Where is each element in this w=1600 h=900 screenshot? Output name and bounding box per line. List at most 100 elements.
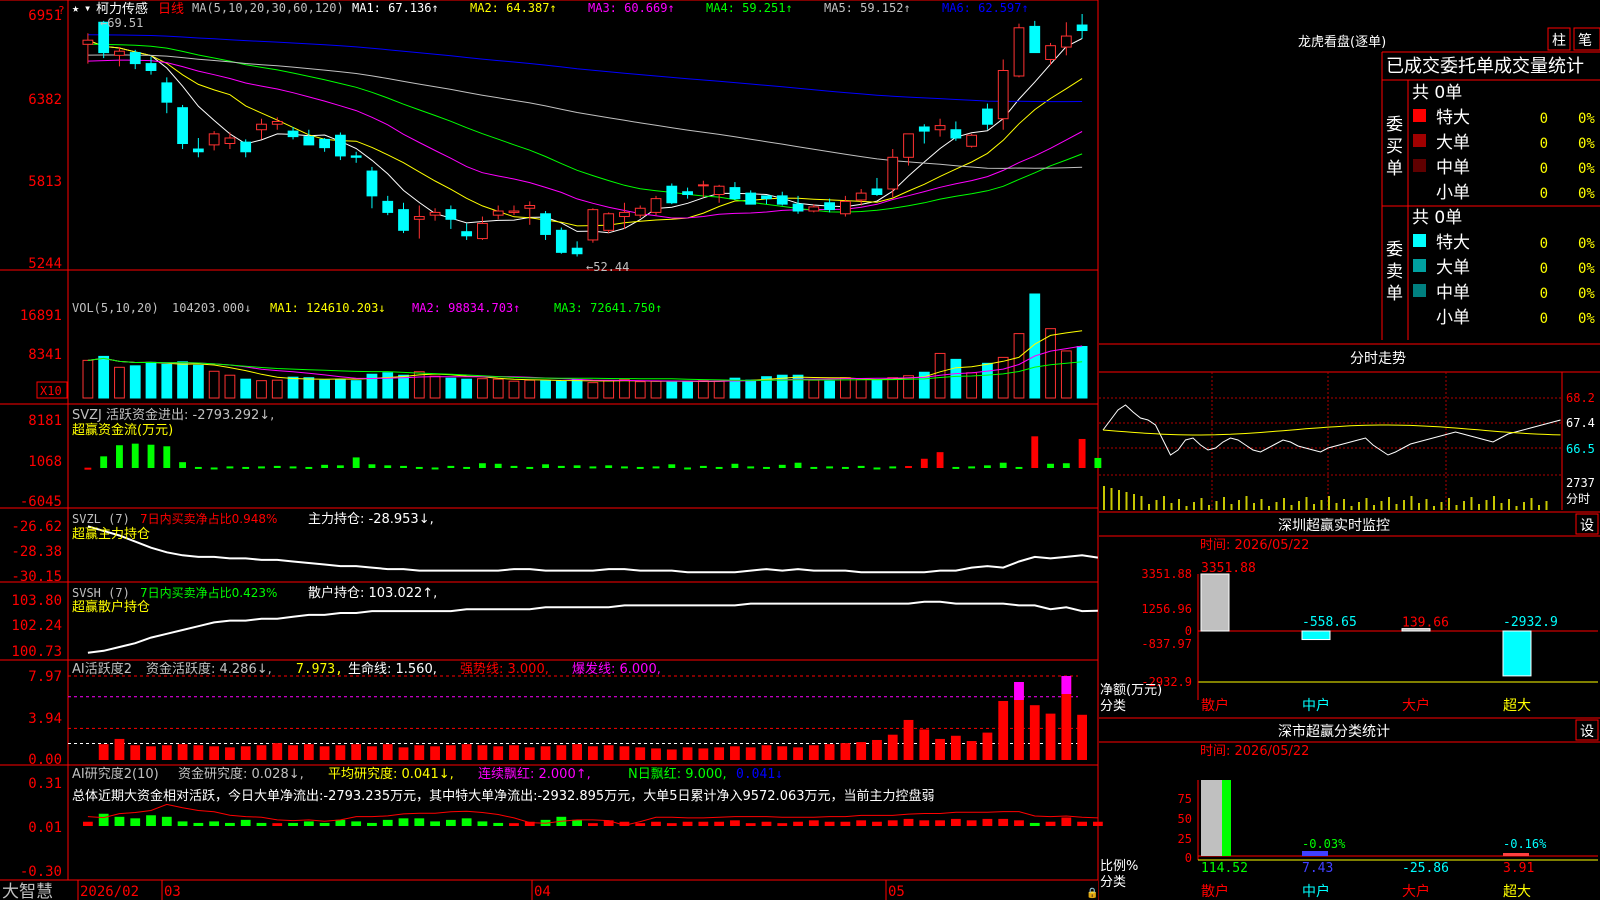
retail-holding-line xyxy=(87,600,1098,654)
volume-bar xyxy=(540,380,551,399)
activity-bar xyxy=(461,744,472,760)
intraday-volume-bar xyxy=(1440,502,1443,510)
monitor-value: -558.65 xyxy=(1302,615,1357,630)
research-bar xyxy=(493,822,504,826)
ma-value-2: MA2: 64.387↑ xyxy=(470,1,557,15)
buy-order-type: 中单 xyxy=(1436,158,1470,178)
volume-bar xyxy=(98,355,110,399)
activity-bar xyxy=(1077,714,1088,760)
activity-bar xyxy=(682,747,693,760)
fund-flow-bar xyxy=(431,467,439,470)
volume-bar xyxy=(855,378,867,399)
research-bar xyxy=(335,819,346,826)
research-bar xyxy=(950,818,961,826)
research-bar xyxy=(651,821,661,826)
monitor-bar xyxy=(1502,630,1532,677)
ma5-line xyxy=(87,38,1083,234)
research-bar xyxy=(998,818,1009,826)
ai-research-axis: -0.30 xyxy=(20,864,62,880)
vol-label: VOL(5,10,20) xyxy=(72,301,159,315)
intraday-volume-bar xyxy=(1350,506,1353,510)
class-top-value: -0.16% xyxy=(1503,837,1547,851)
class-value: 7.43 xyxy=(1302,861,1333,876)
menu-dropdown-icon: ▾ xyxy=(84,1,91,15)
sell-order-type: 特大 xyxy=(1436,233,1470,253)
class-xlabel: 分类 xyxy=(1100,875,1126,890)
vol-value: 104203.000↓ xyxy=(172,301,251,315)
vol-axis-label: 16891 xyxy=(20,308,62,324)
volume-bar xyxy=(429,375,441,399)
class-category: 散户 xyxy=(1201,883,1229,900)
activity-bar xyxy=(98,744,109,760)
fund-flow-bar xyxy=(415,466,423,469)
activity-bar xyxy=(319,746,330,760)
svzl-axis-label: -28.38 xyxy=(11,544,62,560)
stock-name: 柯力传感 xyxy=(96,1,148,17)
candle-body xyxy=(145,63,157,71)
intraday-volume-bar xyxy=(1253,503,1255,510)
fund-flow-bar xyxy=(857,465,865,468)
fund-flow-bar xyxy=(84,467,92,470)
activity-bar xyxy=(177,744,188,760)
fund-flow-bar xyxy=(1094,457,1102,468)
fund-flow-bar xyxy=(794,462,802,468)
activity-bar xyxy=(240,746,251,760)
candle-body xyxy=(776,195,788,205)
candle-body xyxy=(824,202,836,211)
candle-body xyxy=(161,82,173,103)
research-bar xyxy=(1077,821,1088,826)
activity-bar xyxy=(824,744,835,760)
activity-bar xyxy=(445,745,456,760)
candle-body xyxy=(177,107,188,145)
research-bar xyxy=(572,819,583,826)
research-bar xyxy=(430,821,440,826)
research-bar xyxy=(919,820,930,826)
activity-bar xyxy=(793,747,803,760)
activity-burst-bar xyxy=(1061,676,1072,694)
fund-flow-bar xyxy=(526,466,534,469)
period-label: 日线 xyxy=(158,2,184,17)
monitor-xlabel: 分类 xyxy=(1100,699,1126,714)
research-bar xyxy=(146,815,156,826)
activity-bar xyxy=(903,719,914,760)
intraday-volume-bar xyxy=(1230,504,1233,510)
fund-flow-bar xyxy=(715,466,723,469)
svsh-axis-label: 102.24 xyxy=(11,618,62,634)
fund-flow-bar xyxy=(810,466,818,469)
activity-bar xyxy=(587,746,598,760)
buy-order-swatch xyxy=(1413,159,1426,172)
volume-bar xyxy=(650,380,662,399)
candle-body xyxy=(555,229,567,253)
brand-logo: 大智慧 xyxy=(2,882,53,900)
volume-bar xyxy=(839,377,851,399)
intraday-volume-bar xyxy=(1538,505,1540,510)
candle-body xyxy=(966,134,978,147)
stock-chart-canvas[interactable]: 6951 6382 5813 5244 ←69.51 ←52.44 ★ ▾ 柯力传感 日线 MA(5… xyxy=(0,0,1600,900)
research-bar xyxy=(240,819,251,826)
research-bar xyxy=(761,821,772,826)
candle-body xyxy=(982,108,993,125)
candle-body xyxy=(256,123,267,131)
activity-bar xyxy=(887,734,898,760)
ma-value-4: MA4: 59.251↑ xyxy=(706,1,793,15)
research-bar xyxy=(98,813,109,826)
buy-order-swatch xyxy=(1413,134,1426,147)
intraday-volume-bar xyxy=(1140,496,1143,510)
intraday-volume-bar xyxy=(1358,502,1360,510)
vol-ma-2: MA2: 98834.703↑ xyxy=(412,301,520,315)
fund-flow-bar xyxy=(352,457,360,468)
research-bar xyxy=(872,821,882,826)
volume-bar xyxy=(271,379,283,399)
intraday-volume-bar xyxy=(1268,506,1270,510)
help-icon[interactable]: ? xyxy=(58,4,65,17)
intraday-volume-bar xyxy=(1238,500,1240,510)
research-bar xyxy=(209,821,220,826)
activity-bar xyxy=(493,746,504,760)
fund-flow-bar xyxy=(1015,466,1023,469)
volume-bar xyxy=(224,374,236,399)
volume-bar xyxy=(177,361,188,399)
activity-bar xyxy=(777,746,788,760)
research-bar xyxy=(1014,820,1024,826)
ma20-line xyxy=(87,59,1083,219)
research-bar xyxy=(824,821,835,826)
